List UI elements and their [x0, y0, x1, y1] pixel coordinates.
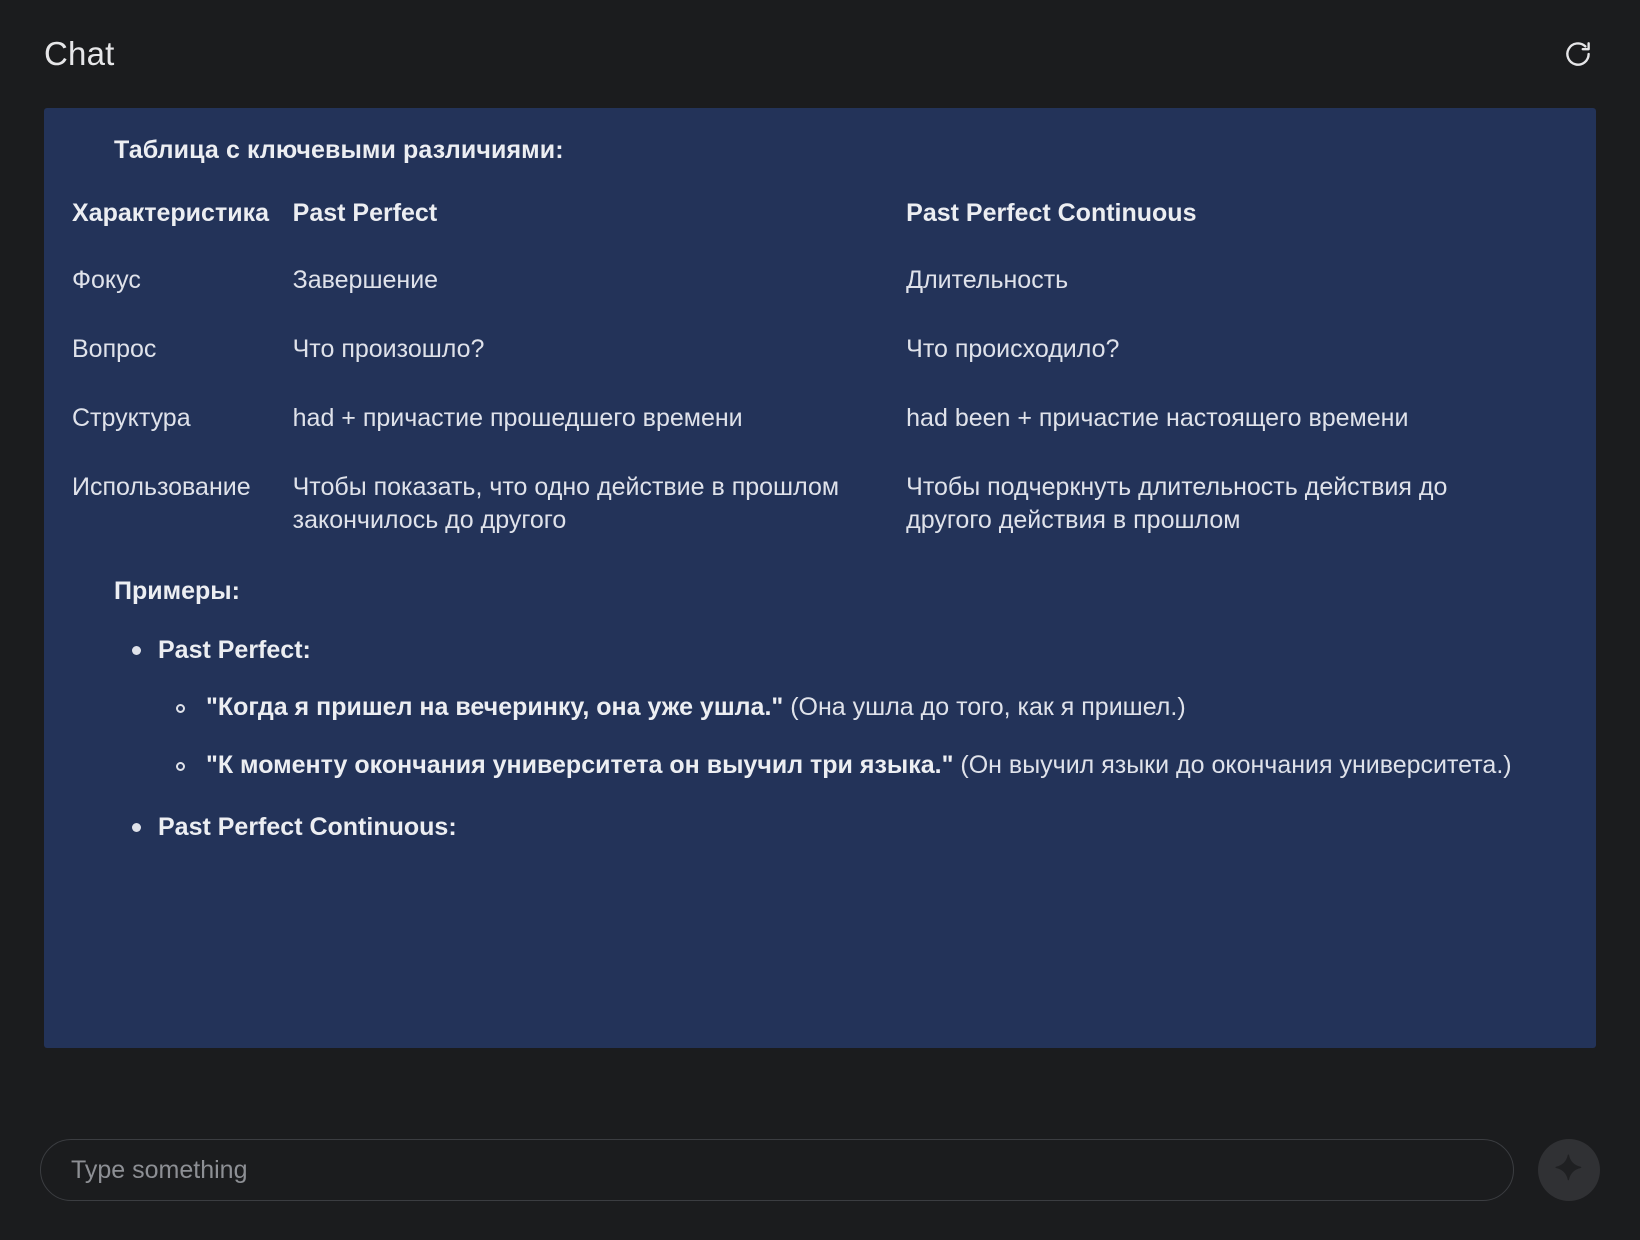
assistant-message-bubble: Таблица с ключевыми различиями: Характер…	[44, 108, 1596, 1048]
send-button[interactable]	[1538, 1139, 1600, 1201]
table-header-row: Характеристика Past Perfect Past Perfect…	[72, 173, 1552, 246]
list-item: "Когда я пришел на вечеринку, она уже уш…	[158, 690, 1552, 726]
table-row: Использование Чтобы показать, что одно д…	[72, 453, 1552, 555]
refresh-icon[interactable]	[1556, 32, 1600, 76]
cell-characteristic: Структура	[72, 404, 191, 432]
chat-input[interactable]	[71, 1155, 1483, 1185]
table-row: Фокус Завершение Длительность	[72, 246, 1552, 315]
example-group-label: Past Perfect:	[158, 636, 311, 664]
app-header: Chat	[0, 0, 1640, 108]
cell-characteristic: Фокус	[72, 266, 141, 294]
example-quote: "К моменту окончания университета он выу…	[206, 750, 954, 779]
cell-past-perfect: Чтобы показать, что одно действие в прош…	[292, 473, 840, 534]
cell-past-perfect-continuous: Длительность	[906, 266, 1069, 294]
cell-characteristic: Вопрос	[72, 335, 157, 363]
table-row: Вопрос Что произошло? Что происходило?	[72, 315, 1552, 384]
bullet-ring-icon	[176, 704, 185, 714]
example-sublist: "Когда я пришел на вечеринку, она уже уш…	[158, 690, 1552, 783]
list-item: "К моменту окончания университета он выу…	[158, 748, 1552, 784]
column-header-past-perfect: Past Perfect	[292, 199, 438, 227]
list-item: Past Perfect Continuous:	[114, 809, 1552, 845]
chat-app: Chat Таблица с ключевыми различиями: Хар…	[0, 0, 1640, 1240]
column-header-past-perfect-continuous: Past Perfect Continuous	[906, 199, 1197, 227]
bullet-ring-icon	[176, 761, 185, 771]
chat-input-wrapper[interactable]	[40, 1139, 1514, 1201]
bullet-dot-icon	[132, 823, 141, 833]
example-group-label: Past Perfect Continuous:	[158, 813, 457, 842]
comparison-table: Характеристика Past Perfect Past Perfect…	[72, 173, 1552, 555]
cell-past-perfect-continuous: Чтобы подчеркнуть длительность действия …	[906, 473, 1448, 534]
page-title: Chat	[44, 35, 115, 72]
example-gloss: (Он выучил языки до окончания университе…	[960, 750, 1512, 779]
bullet-dot-icon	[132, 646, 141, 655]
cell-past-perfect: had + причастие прошедшего времени	[292, 404, 743, 432]
chat-message-list: Таблица с ключевыми различиями: Характер…	[0, 108, 1640, 1100]
message-composer	[0, 1100, 1640, 1240]
sparkle-icon	[1554, 1153, 1584, 1188]
example-quote: "Когда я пришел на вечеринку, она уже уш…	[206, 693, 784, 722]
example-gloss: (Она ушла до того, как я пришел.)	[790, 693, 1186, 722]
cell-characteristic: Использование	[72, 473, 251, 501]
cell-past-perfect-continuous: had been + причастие настоящего времени	[906, 404, 1409, 432]
examples-list: Past Perfect: "Когда я пришел на вечерин…	[114, 632, 1552, 846]
list-item: Past Perfect: "Когда я пришел на вечерин…	[114, 632, 1552, 783]
cell-past-perfect: Что произошло?	[292, 335, 485, 363]
message-heading: Таблица с ключевыми различиями:	[114, 136, 564, 164]
examples-heading: Примеры:	[114, 577, 240, 605]
cell-past-perfect: Завершение	[292, 266, 439, 294]
cell-past-perfect-continuous: Что происходило?	[906, 335, 1120, 363]
column-header-characteristic: Характеристика	[72, 199, 269, 227]
table-row: Структура had + причастие прошедшего вре…	[72, 384, 1552, 453]
